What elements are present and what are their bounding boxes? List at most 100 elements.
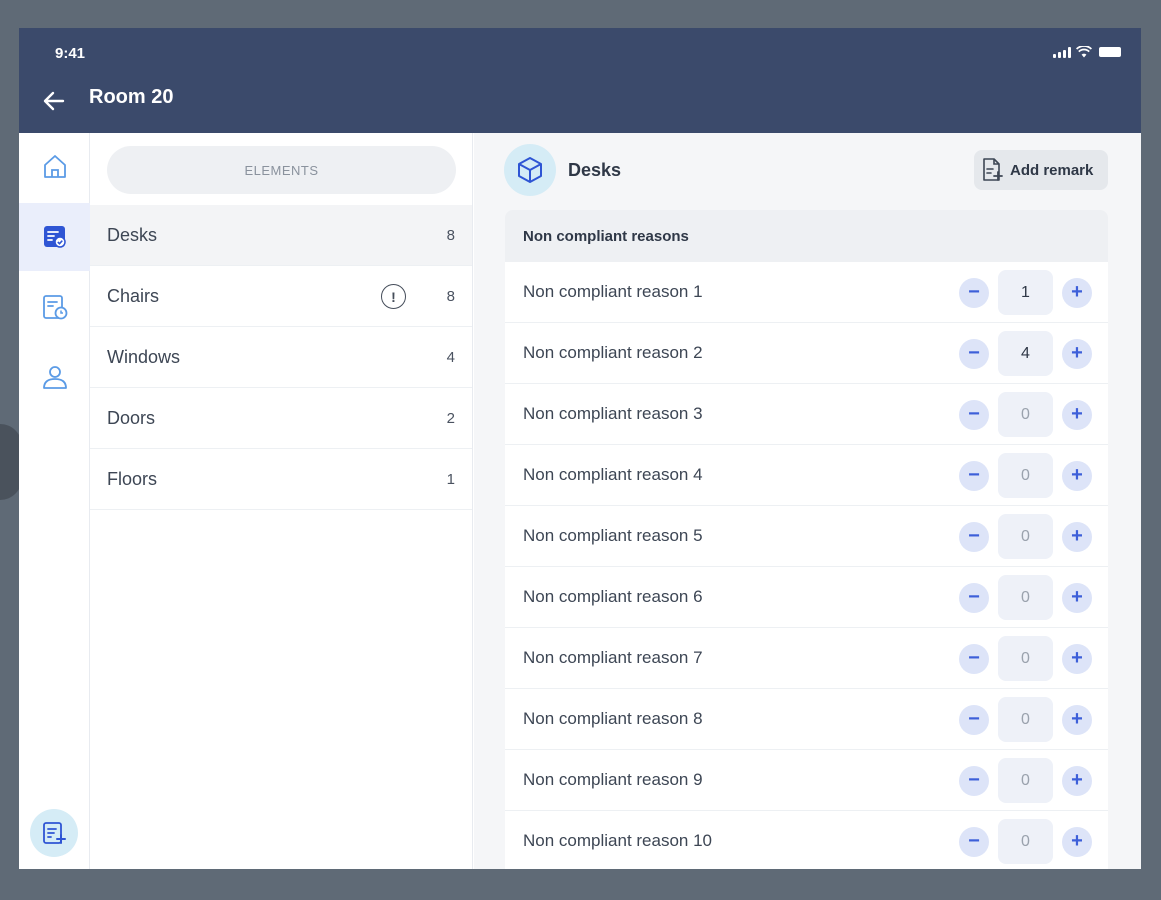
wifi-icon xyxy=(1076,46,1092,58)
reason-label: Non compliant reason 7 xyxy=(523,648,703,667)
reason-label: Non compliant reason 2 xyxy=(523,343,703,362)
decrement-button[interactable]: − xyxy=(959,277,989,308)
quantity-input[interactable] xyxy=(998,758,1053,803)
elements-panel: ELEMENTS Desks 8 Chairs ! 8 Windows 4 Do… xyxy=(90,133,473,869)
element-item-desks[interactable]: Desks 8 xyxy=(90,205,472,266)
reason-label: Non compliant reason 6 xyxy=(523,587,703,606)
quantity-stepper: − + xyxy=(959,575,1092,620)
quantity-input[interactable] xyxy=(998,575,1053,620)
checklist-icon xyxy=(43,226,66,248)
decrement-button[interactable]: − xyxy=(959,521,989,552)
tablet-screen: 9:41 Room 20 ELEMENTS Desks 8 Chairs ! 8… xyxy=(19,28,1141,869)
decrement-button[interactable]: − xyxy=(959,399,989,430)
increment-button[interactable]: + xyxy=(1062,277,1092,308)
element-count: 1 xyxy=(446,470,455,488)
quantity-stepper: − + xyxy=(959,453,1092,498)
element-item-floors[interactable]: Floors 1 xyxy=(90,449,472,510)
reason-row: Non compliant reason 1 − + xyxy=(505,262,1108,323)
signal-icon xyxy=(1053,46,1071,58)
add-remark-label: Add remark xyxy=(1010,161,1094,179)
increment-button[interactable]: + xyxy=(1062,399,1092,430)
element-item-doors[interactable]: Doors 2 xyxy=(90,388,472,449)
cube-glyph xyxy=(518,157,542,183)
decrement-button[interactable]: − xyxy=(959,704,989,735)
rail-item-schedule[interactable] xyxy=(19,273,90,341)
element-item-windows[interactable]: Windows 4 xyxy=(90,327,472,388)
increment-button[interactable]: + xyxy=(1062,704,1092,735)
add-list-button[interactable] xyxy=(30,809,78,857)
quantity-stepper: − + xyxy=(959,819,1092,864)
quantity-input[interactable] xyxy=(998,270,1053,315)
decrement-button[interactable]: − xyxy=(959,582,989,613)
element-label: Desks xyxy=(107,224,158,245)
reasons-table-header: Non compliant reasons xyxy=(505,210,1108,262)
element-label: Windows xyxy=(107,346,181,367)
schedule-doc-icon xyxy=(42,295,67,320)
element-count: 4 xyxy=(446,348,455,366)
element-label: Floors xyxy=(107,468,158,489)
warning-icon: ! xyxy=(381,284,406,309)
quantity-input[interactable] xyxy=(998,819,1053,864)
reason-row: Non compliant reason 4 − + xyxy=(505,445,1108,506)
app-header: 9:41 Room 20 xyxy=(19,28,1141,133)
add-remark-icon xyxy=(983,158,1003,181)
quantity-stepper: − + xyxy=(959,636,1092,681)
detail-title: Desks xyxy=(568,160,622,180)
element-label: Doors xyxy=(107,407,156,428)
increment-button[interactable]: + xyxy=(1062,521,1092,552)
reasons-table: Non compliant reasons Non compliant reas… xyxy=(505,210,1108,869)
element-item-chairs[interactable]: Chairs ! 8 xyxy=(90,266,472,327)
quantity-input[interactable] xyxy=(998,636,1053,681)
elements-list: Desks 8 Chairs ! 8 Windows 4 Doors 2 Flo… xyxy=(90,205,472,510)
reason-label: Non compliant reason 1 xyxy=(523,282,703,301)
increment-button[interactable]: + xyxy=(1062,338,1092,369)
quantity-input[interactable] xyxy=(998,697,1053,742)
reason-row: Non compliant reason 5 − + xyxy=(505,506,1108,567)
battery-icon xyxy=(1099,47,1121,57)
reason-row: Non compliant reason 3 − + xyxy=(505,384,1108,445)
add-remark-button[interactable]: Add remark xyxy=(974,150,1108,190)
quantity-stepper: − + xyxy=(959,514,1092,559)
rail-item-home[interactable] xyxy=(19,133,90,201)
increment-button[interactable]: + xyxy=(1062,765,1092,796)
quantity-stepper: − + xyxy=(959,270,1092,315)
reason-row: Non compliant reason 10 − + xyxy=(505,811,1108,869)
element-count: 8 xyxy=(446,287,455,305)
quantity-input[interactable] xyxy=(998,453,1053,498)
reason-label: Non compliant reason 9 xyxy=(523,770,703,789)
decrement-button[interactable]: − xyxy=(959,826,989,857)
status-icons xyxy=(1053,46,1121,58)
arrow-left-icon xyxy=(43,91,65,111)
decrement-button[interactable]: − xyxy=(959,765,989,796)
element-count: 2 xyxy=(446,409,455,427)
decrement-button[interactable]: − xyxy=(959,643,989,674)
increment-button[interactable]: + xyxy=(1062,826,1092,857)
increment-button[interactable]: + xyxy=(1062,643,1092,674)
home-icon xyxy=(43,155,66,178)
quantity-stepper: − + xyxy=(959,392,1092,437)
increment-button[interactable]: + xyxy=(1062,460,1092,491)
back-button[interactable] xyxy=(41,88,67,114)
reason-label: Non compliant reason 8 xyxy=(523,709,703,728)
user-icon xyxy=(42,366,67,389)
reason-label: Non compliant reason 5 xyxy=(523,526,703,545)
decrement-button[interactable]: − xyxy=(959,460,989,491)
quantity-stepper: − + xyxy=(959,697,1092,742)
quantity-stepper: − + xyxy=(959,331,1092,376)
increment-button[interactable]: + xyxy=(1062,582,1092,613)
decrement-button[interactable]: − xyxy=(959,338,989,369)
quantity-input[interactable] xyxy=(998,331,1053,376)
quantity-input[interactable] xyxy=(998,514,1053,559)
element-label: Chairs xyxy=(107,285,160,306)
reason-row: Non compliant reason 8 − + xyxy=(505,689,1108,750)
rail-item-user[interactable] xyxy=(19,343,90,411)
reason-row: Non compliant reason 7 − + xyxy=(505,628,1108,689)
elements-tab[interactable]: ELEMENTS xyxy=(107,146,456,194)
element-count: 8 xyxy=(446,226,455,244)
detail-panel: Desks Add remark Non compliant reasons N… xyxy=(474,133,1141,869)
quantity-input[interactable] xyxy=(998,392,1053,437)
reason-row: Non compliant reason 2 − + xyxy=(505,323,1108,384)
rail-item-checklist[interactable] xyxy=(19,203,90,271)
nav-rail xyxy=(19,133,90,869)
cube-icon xyxy=(504,144,556,196)
